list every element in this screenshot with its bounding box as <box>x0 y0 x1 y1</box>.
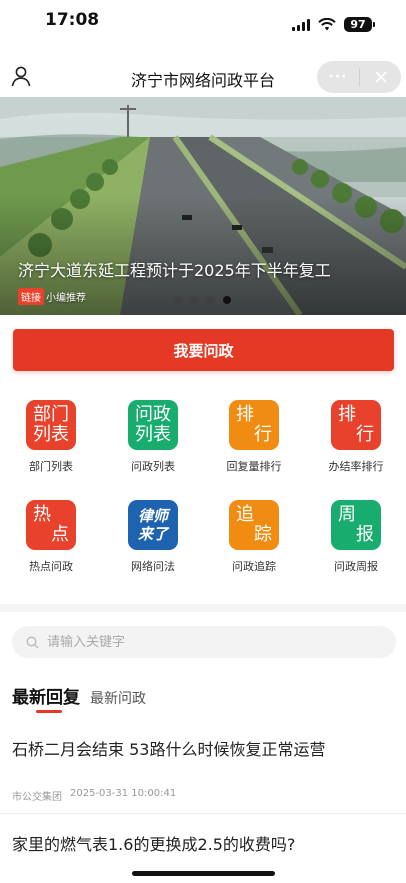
more-button[interactable]: ··· <box>317 69 359 85</box>
hot-topics-icon: 热点 <box>26 500 76 550</box>
carousel-dot[interactable] <box>191 296 199 304</box>
grid-item-reply-ranking[interactable]: 排行回复量排行 <box>203 400 305 474</box>
battery-indicator: 97 <box>344 17 375 32</box>
grid-label: 热点问政 <box>29 560 73 573</box>
tile-text: 报 <box>356 524 374 545</box>
grid-item-completion-ranking[interactable]: 排行办结率排行 <box>305 400 406 474</box>
tile-text: 来了 <box>137 525 168 543</box>
news-time: 2025-03-31 10:00:41 <box>70 788 177 799</box>
news-meta: 市公交集团 2025-03-31 10:00:41 <box>12 788 176 803</box>
department-list-icon: 部门 列表 <box>26 400 76 450</box>
search-icon <box>26 635 39 648</box>
ask-question-button[interactable]: 我要问政 <box>13 329 394 371</box>
mini-program-capsule: ··· <box>317 61 401 93</box>
tile-text: 行 <box>356 424 374 445</box>
tracking-icon: 追踪 <box>229 500 279 550</box>
tile-text: 列表 <box>135 424 171 445</box>
status-icons: 97 <box>292 17 375 32</box>
carousel-dot[interactable] <box>175 296 183 304</box>
tile-text: 点 <box>51 524 69 545</box>
tile-text: 周 <box>338 504 356 525</box>
news-tabs: 最新回复 最新问政 <box>12 683 146 713</box>
grid-label: 部门列表 <box>29 460 73 473</box>
tile-text: 部门 <box>33 404 69 425</box>
close-button[interactable] <box>360 70 401 84</box>
news-title[interactable]: 石桥二月会结束 53路什么时候恢复正常运营 <box>12 736 325 760</box>
reply-ranking-icon: 排行 <box>229 400 279 450</box>
news-department: 市公交集团 <box>12 792 62 803</box>
grid-label: 问政周报 <box>334 560 378 573</box>
news-title[interactable]: 家里的燃气表1.6的更换成2.5的收费吗? <box>12 831 295 855</box>
home-indicator <box>132 871 275 876</box>
grid-label: 回复量排行 <box>226 460 282 473</box>
wifi-icon <box>318 18 336 31</box>
tile-text: 踪 <box>254 524 272 545</box>
lawyer-icon: 律师 来了 <box>128 500 178 550</box>
banner-caption[interactable]: 济宁大道东延工程预计于2025年下半年复工 <box>18 257 331 281</box>
carousel-indicator[interactable] <box>175 296 231 304</box>
tile-text: 排 <box>338 404 356 425</box>
tile-text: 热 <box>33 504 51 525</box>
cellular-signal-icon <box>292 18 310 31</box>
link-badge: 链接 <box>18 288 44 305</box>
search-bar[interactable] <box>12 626 396 658</box>
tile-text: 列表 <box>33 424 69 445</box>
grid-label: 问政列表 <box>131 460 175 473</box>
list-divider <box>0 813 406 814</box>
tile-text: 行 <box>254 424 272 445</box>
close-icon <box>374 71 387 83</box>
banner-carousel[interactable]: 济宁大道东延工程预计于2025年下半年复工 链接 小编推荐 <box>0 97 406 315</box>
tile-text: 问政 <box>135 404 171 425</box>
grid-label: 网络问法 <box>131 560 175 573</box>
grid-item-weekly-report[interactable]: 周报问政周报 <box>305 500 406 574</box>
tab-latest-replies[interactable]: 最新回复 <box>12 683 80 713</box>
banner-meta: 链接 小编推荐 <box>18 288 86 305</box>
status-bar: 17:08 97 <box>0 0 406 48</box>
grid-item-tracking[interactable]: 追踪问政追踪 <box>203 500 305 574</box>
grid-item-department-list[interactable]: 部门 列表 部门列表 <box>0 400 102 474</box>
tile-text: 律师 <box>137 507 168 525</box>
grid-item-hot-topics[interactable]: 热点热点问政 <box>0 500 102 574</box>
inquiry-list-icon: 问政 列表 <box>128 400 178 450</box>
section-divider <box>0 604 406 612</box>
search-input[interactable] <box>47 634 347 650</box>
tile-text: 排 <box>236 404 254 425</box>
weekly-report-icon: 周报 <box>331 500 381 550</box>
grid-label: 问政追踪 <box>232 560 276 573</box>
grid-item-lawyer[interactable]: 律师 来了 网络问法 <box>102 500 204 574</box>
completion-ranking-icon: 排行 <box>331 400 381 450</box>
grid-item-inquiry-list[interactable]: 问政 列表 问政列表 <box>102 400 204 474</box>
banner-image <box>0 97 406 315</box>
carousel-dot[interactable] <box>223 296 231 304</box>
tab-latest-inquiries[interactable]: 最新问政 <box>90 688 146 708</box>
status-time: 17:08 <box>45 10 100 30</box>
nav-bar: 济宁市网络问政平台 ··· <box>0 58 406 96</box>
carousel-dot[interactable] <box>207 296 215 304</box>
grid-label: 办结率排行 <box>328 460 384 473</box>
editor-label: 小编推荐 <box>46 293 86 304</box>
tile-text: 追 <box>236 504 254 525</box>
